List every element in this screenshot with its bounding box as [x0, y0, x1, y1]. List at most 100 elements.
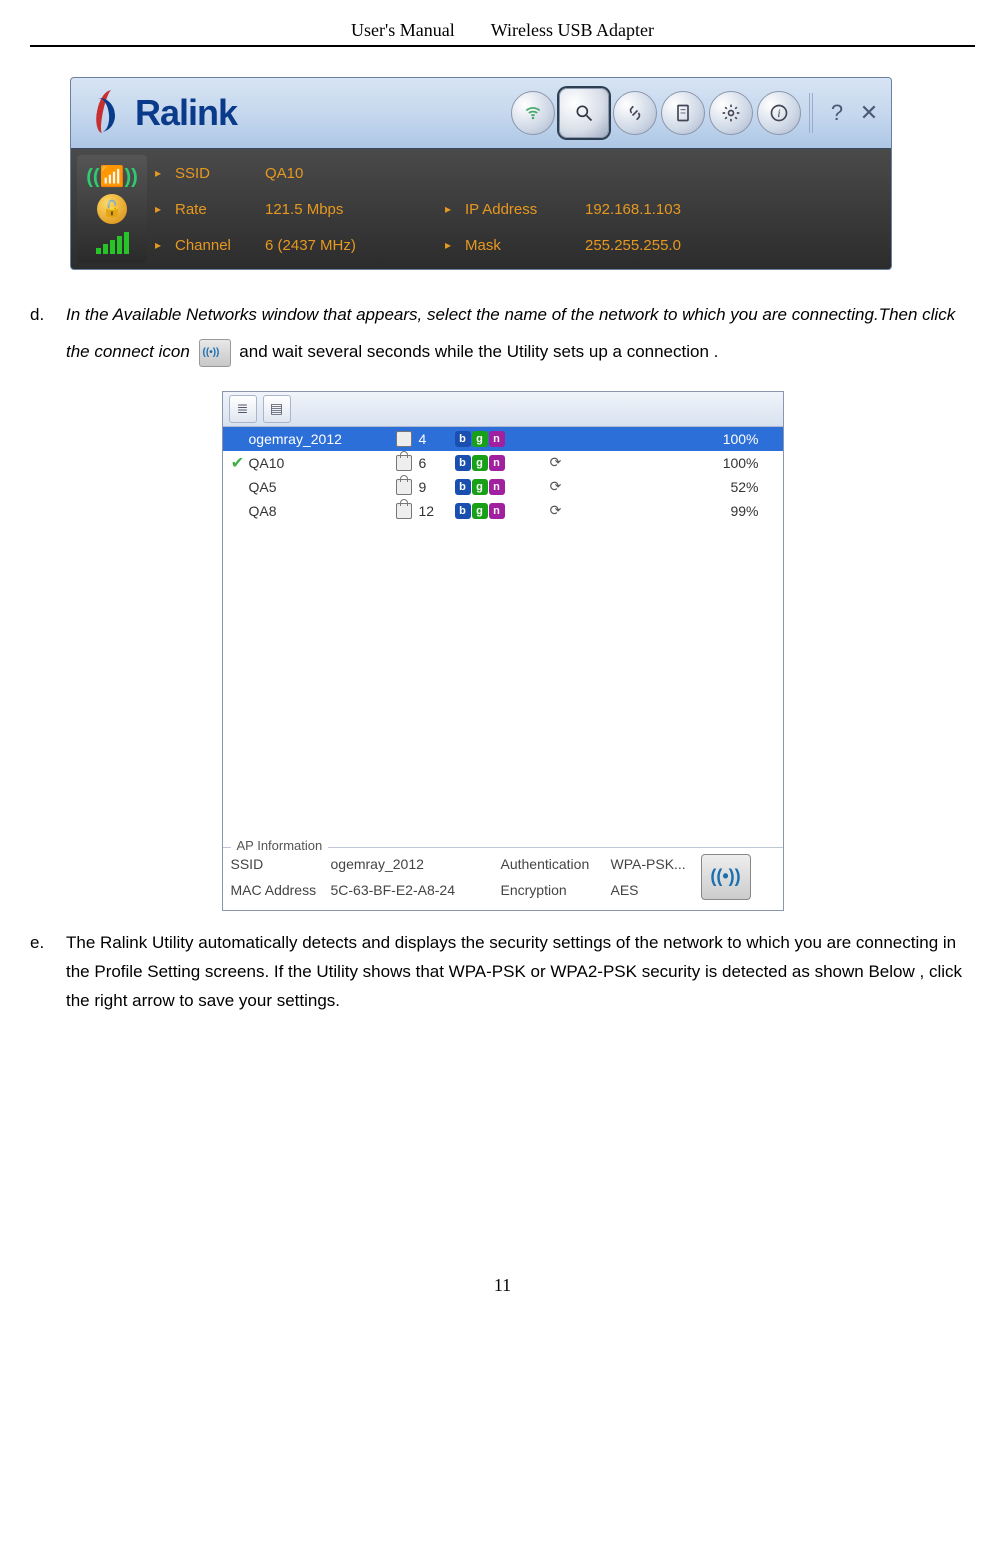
- header-right: Wireless USB Adapter: [491, 20, 654, 41]
- ap-auth-value: WPA-PSK...: [611, 856, 701, 872]
- network-channel: 9: [419, 479, 455, 495]
- signal-percent: 99%: [571, 503, 779, 519]
- mode-g-icon: g: [472, 455, 488, 471]
- instruction-step-d: d. In the Available Networks window that…: [30, 296, 975, 371]
- network-ssid: QA10: [249, 455, 389, 471]
- ap-enc-value: AES: [611, 882, 701, 898]
- link-icon[interactable]: [613, 91, 657, 135]
- wifi-mode-badges: bgn: [455, 479, 541, 495]
- ralink-swoosh-icon: [79, 88, 129, 138]
- network-ssid: ogemray_2012: [249, 431, 389, 447]
- channel-label: Channel: [175, 237, 265, 254]
- mode-n-icon: n: [489, 455, 505, 471]
- toolbar-separator: [809, 93, 815, 133]
- connect-button[interactable]: ((•)): [701, 854, 751, 900]
- ap-info-title: AP Information: [231, 838, 329, 853]
- chevron-icon: ▸: [445, 238, 465, 252]
- instruction-step-e: e. The Ralink Utility automatically dete…: [30, 929, 975, 1016]
- step-body: In the Available Networks window that ap…: [66, 296, 975, 371]
- lock-icon: [389, 431, 419, 447]
- wifi-mode-badges: bgn: [455, 431, 541, 447]
- details-view-icon[interactable]: ▤: [263, 395, 291, 423]
- ap-information-panel: AP Information SSID ogemray_2012 Authent…: [223, 847, 783, 910]
- status-side-icons: ((📶)) 🔓: [77, 155, 147, 263]
- step-d-rest: and wait several seconds while the Utili…: [239, 342, 718, 361]
- step-letter: d.: [30, 296, 66, 371]
- mode-n-icon: n: [489, 503, 505, 519]
- network-row[interactable]: QA59bgn⟳52%: [223, 475, 783, 499]
- radio-on-icon: ((📶)): [86, 164, 138, 189]
- mode-g-icon: g: [472, 479, 488, 495]
- ap-ssid-value: ogemray_2012: [331, 856, 501, 872]
- mode-b-icon: b: [455, 503, 471, 519]
- connect-icon: [199, 339, 231, 367]
- network-channel: 4: [419, 431, 455, 447]
- svg-text:i: i: [777, 107, 780, 120]
- step-letter: e.: [30, 929, 66, 1016]
- ralink-logo: Ralink: [79, 88, 511, 138]
- mode-b-icon: b: [455, 431, 471, 447]
- rate-value: 121.5 Mbps: [265, 201, 445, 218]
- networks-list: ogemray_20124bgn100%✔QA106bgn⟳100%QA59bg…: [223, 427, 783, 847]
- mode-g-icon: g: [472, 431, 488, 447]
- mode-n-icon: n: [489, 479, 505, 495]
- document-icon[interactable]: [661, 91, 705, 135]
- signal-percent: 100%: [571, 431, 779, 447]
- mask-label: Mask: [465, 237, 585, 254]
- step-body: The Ralink Utility automatically detects…: [66, 929, 975, 1016]
- ralink-status-window: Ralink i ? ✕: [70, 77, 892, 270]
- refresh-icon: ⟳: [541, 478, 571, 495]
- unlock-icon: [389, 479, 419, 495]
- signal-percent: 100%: [571, 455, 779, 471]
- network-channel: 12: [419, 503, 455, 519]
- network-channel: 6: [419, 455, 455, 471]
- ralink-status-area: ((📶)) 🔓 ▸ SSID QA10 ▸ Rate 121.5 Mbps ▸ …: [71, 149, 891, 269]
- wifi-mode-badges: bgn: [455, 503, 541, 519]
- unlock-icon: [389, 503, 419, 519]
- header-left: User's Manual: [351, 20, 455, 41]
- chevron-icon: ▸: [155, 166, 175, 180]
- unlock-icon: [389, 455, 419, 471]
- signal-percent: 52%: [571, 479, 779, 495]
- ap-mac-value: 5C-63-BF-E2-A8-24: [331, 882, 501, 898]
- network-row[interactable]: ogemray_2012 4bgn 100%: [223, 427, 783, 451]
- refresh-icon: ⟳: [541, 454, 571, 471]
- ap-auth-label: Authentication: [501, 856, 611, 872]
- ap-enc-label: Encryption: [501, 882, 611, 898]
- available-networks-window: ≣ ▤ ogemray_20124bgn100%✔QA106bgn⟳100%QA…: [222, 391, 784, 911]
- rate-label: Rate: [175, 201, 265, 218]
- mode-b-icon: b: [455, 455, 471, 471]
- gear-icon[interactable]: [709, 91, 753, 135]
- search-icon[interactable]: [559, 88, 609, 138]
- refresh-icon: ⟳: [541, 502, 571, 519]
- page-number: 11: [30, 1275, 975, 1296]
- info-icon[interactable]: i: [757, 91, 801, 135]
- chevron-icon: ▸: [155, 202, 175, 216]
- ssid-value: QA10: [265, 165, 445, 182]
- network-row[interactable]: ✔QA10 6bgn ⟳100%: [223, 451, 783, 475]
- help-button[interactable]: ?: [823, 100, 851, 126]
- list-view-icon[interactable]: ≣: [229, 395, 257, 423]
- chevron-icon: ▸: [155, 238, 175, 252]
- page-header: User's Manual Wireless USB Adapter: [30, 20, 975, 47]
- status-grid: ▸ SSID QA10 ▸ Rate 121.5 Mbps ▸ IP Addre…: [155, 155, 885, 263]
- ralink-brand-text: Ralink: [135, 92, 237, 134]
- ralink-toolbar: i ? ✕: [511, 88, 883, 138]
- network-ssid: QA8: [249, 503, 389, 519]
- wifi-icon[interactable]: [511, 91, 555, 135]
- signal-bars-icon: [96, 230, 129, 254]
- ip-value: 192.168.1.103: [585, 201, 735, 218]
- network-row[interactable]: QA8 12bgn⟳99%: [223, 499, 783, 523]
- close-button[interactable]: ✕: [855, 100, 883, 126]
- connected-check-icon: ✔: [227, 453, 249, 473]
- ap-ssid-label: SSID: [231, 856, 331, 872]
- channel-value: 6 (2437 MHz): [265, 237, 445, 254]
- ssid-label: SSID: [175, 165, 265, 182]
- ap-mac-label: MAC Address: [231, 882, 331, 898]
- networks-toolbar: ≣ ▤: [223, 392, 783, 427]
- unlock-icon: 🔓: [97, 194, 127, 224]
- ip-label: IP Address: [465, 201, 585, 218]
- mask-value: 255.255.255.0: [585, 237, 735, 254]
- mode-n-icon: n: [489, 431, 505, 447]
- mode-b-icon: b: [455, 479, 471, 495]
